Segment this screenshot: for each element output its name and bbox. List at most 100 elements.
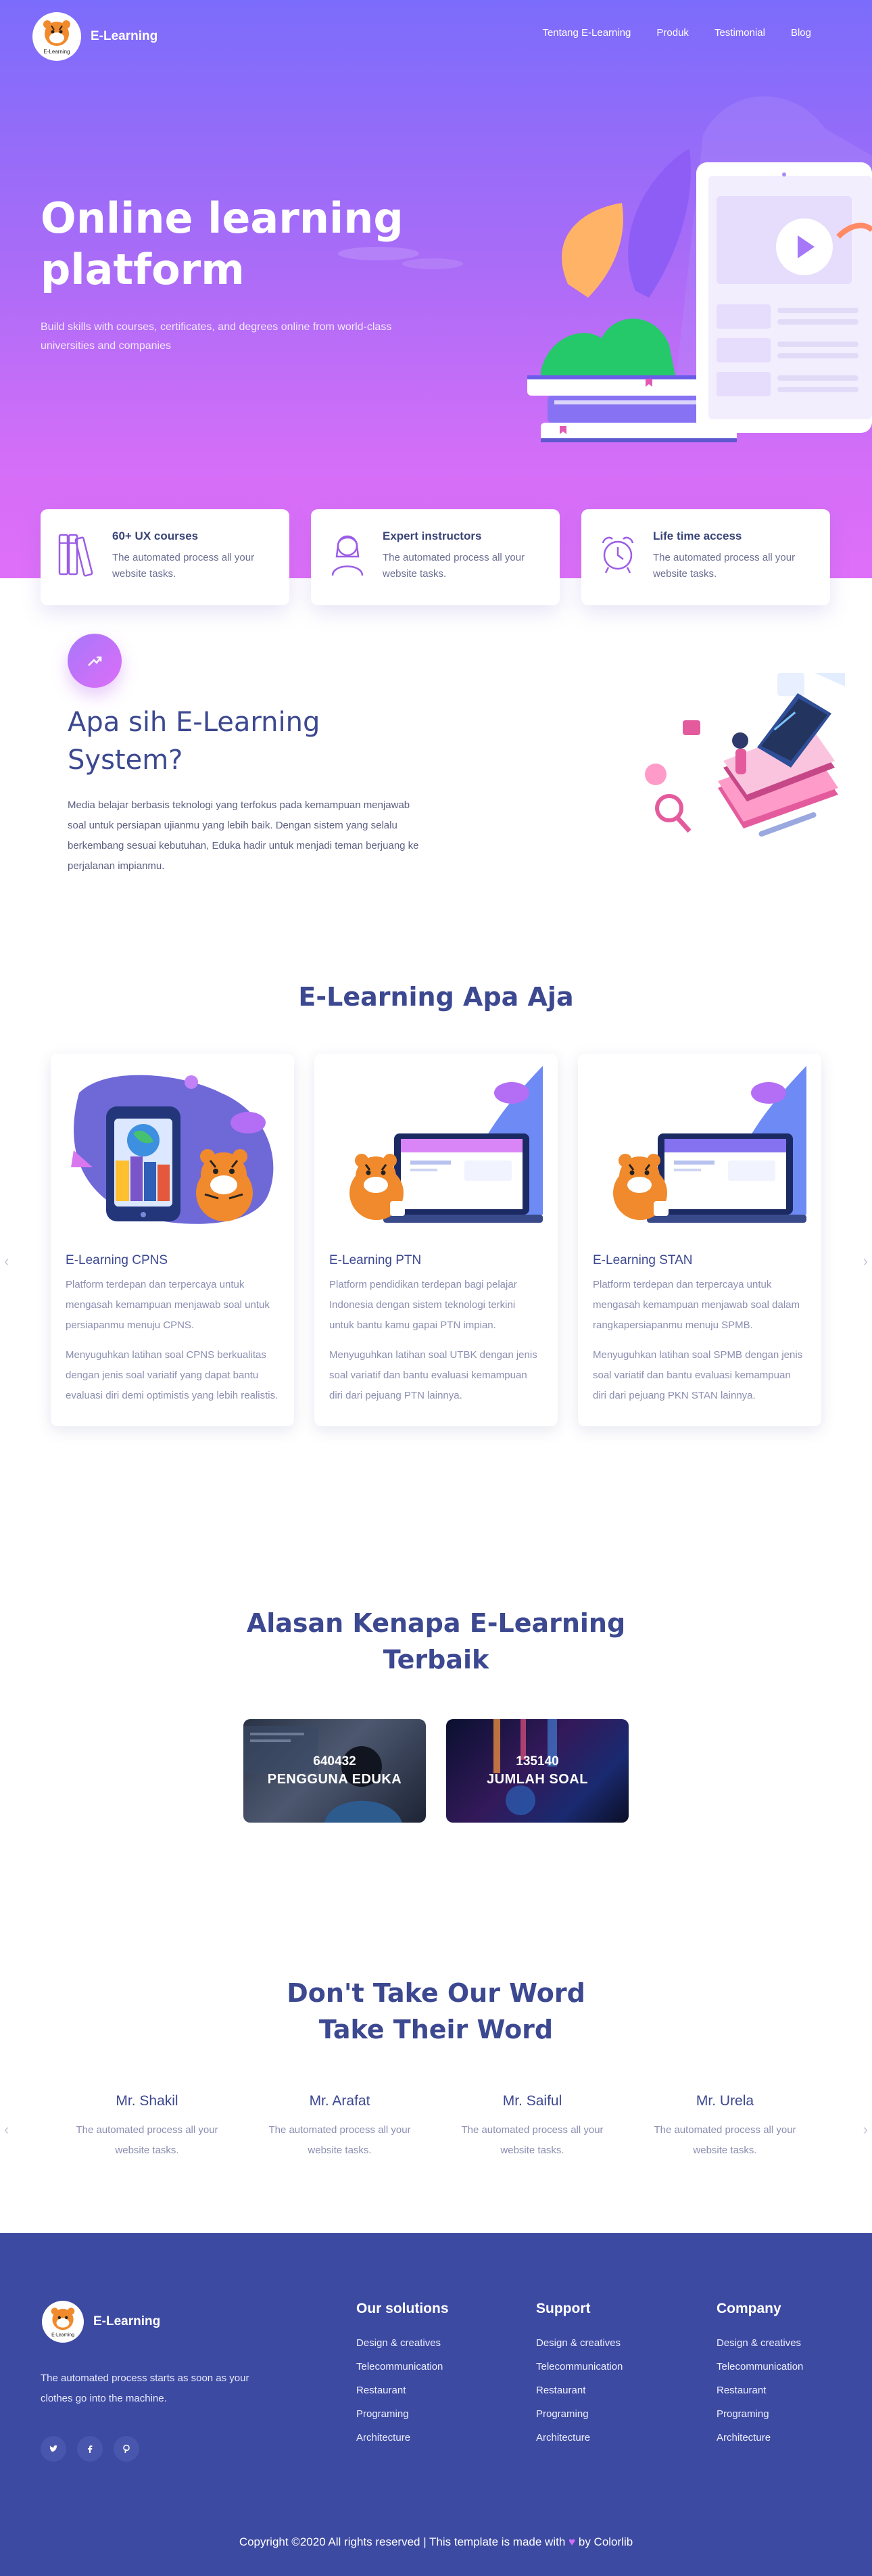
footer-logo[interactable]: E-Learning E-Learning [42,2301,160,2343]
reasons-title-line1: Alasan Kenapa E-Learning [246,1608,626,1638]
hero-title: Online learning platform [41,193,446,296]
nav-link-testimonial[interactable]: Testimonial [714,27,765,39]
testimonial-name: Mr. Urela [696,2093,754,2109]
about-title: Apa sih E-Learning System? [68,707,320,776]
product-desc-2: Menyuguhkan latihan soal SPMB dengan jen… [593,1349,803,1401]
stat-number: 135140 [516,1754,559,1769]
testimonial-list: Mr. Shakil The automated process all you… [51,2093,821,2161]
product-desc: Platform terdepan dan terpercaya untuk m… [593,1279,800,1331]
footer-link[interactable]: Telecommunication [536,2361,685,2372]
brand-name: E-Learning [91,29,158,43]
footer-link[interactable]: Design & creatives [536,2337,685,2349]
logo-caption: E-Learning [51,2333,74,2338]
instructor-icon [331,535,364,576]
feature-desc: The automated process all your website t… [112,552,255,580]
tiger-logo-icon: E-Learning [32,12,81,61]
product-card-cpns[interactable]: E-Learning CPNS Platform terdepan dan te… [51,1054,294,1426]
stat-card-questions: 135140 JUMLAH SOAL [446,1719,629,1823]
heart-icon: ♥ [568,2535,576,2548]
stat-users-photo [243,1726,402,1823]
nav-link-tentang[interactable]: Tentang E-Learning [542,27,631,39]
product-cards: E-Learning CPNS Platform terdepan dan te… [51,1054,821,1426]
chevron-right-icon[interactable]: › [863,2121,868,2138]
footer-column-solutions: Our solutions Design & creatives Telecom… [356,2301,505,2456]
footer-link[interactable]: Architecture [717,2432,865,2443]
feature-title: 60+ UX courses [112,530,199,542]
ptn-illustration [349,1066,543,1223]
products-title: E-Learning Apa Aja [298,982,574,1012]
footer-link[interactable]: Restaurant [536,2385,685,2396]
brand-logo[interactable]: E-Learning E-Learning [32,12,158,61]
twitter-icon[interactable] [41,2436,66,2462]
tiger-logo-icon: E-Learning [42,2301,84,2343]
nav-link-blog[interactable]: Blog [791,27,811,39]
footer-link[interactable]: Architecture [356,2432,505,2443]
footer-link[interactable]: Programing [536,2408,685,2420]
footer-link[interactable]: Programing [356,2408,505,2420]
hero-title-line1: Online learning [41,193,404,243]
hero-illustration [527,149,872,442]
reasons-title-line2: Terbaik [383,1645,489,1675]
nav-link-produk[interactable]: Produk [656,27,689,39]
chevron-right-icon[interactable]: › [863,1252,868,1270]
testimonial-item: Mr. Shakil The automated process all you… [51,2093,243,2161]
copyright: Copyright ©2020 All rights reserved | Th… [0,2535,872,2549]
stan-illustration [613,1066,806,1223]
product-desc-2: Menyuguhkan latihan soal UTBK dengan jen… [329,1349,537,1401]
testimonial-item: Mr. Arafat The automated process all you… [243,2093,436,2161]
footer-brand: E-Learning [93,2314,161,2328]
testimonial-text: The automated process all your website t… [268,2124,411,2156]
stat-questions-photo [493,1719,557,1815]
testimonials-title: Don't Take Our Word Take Their Word [0,1975,872,2048]
top-navbar: E-Learning E-Learning Tentang E-Learning… [0,12,872,61]
feature-desc: The automated process all your website t… [383,552,525,580]
pinterest-icon[interactable] [114,2436,139,2462]
reasons-title: Alasan Kenapa E-Learning Terbaik [0,1605,872,1678]
footer-column-title: Company [717,2301,781,2316]
hero-subtitle: Build skills with courses, certificates,… [41,321,392,352]
feature-title: Expert instructors [383,530,482,542]
facebook-icon[interactable] [77,2436,103,2462]
chevron-left-icon[interactable]: ‹ [4,1252,9,1270]
books-icon [58,534,93,577]
social-links [41,2436,139,2462]
alarm-clock-icon [602,536,634,573]
footer-link[interactable]: Telecommunication [356,2361,505,2372]
about-illustration [645,673,845,837]
testimonial-name: Mr. Saiful [502,2093,562,2109]
testimonial-item: Mr. Urela The automated process all your… [629,2093,821,2161]
product-card-stan[interactable]: E-Learning STAN Platform terdepan dan te… [578,1054,821,1426]
stat-label: JUMLAH SOAL [487,1772,588,1787]
about-text: Media belajar berbasis teknologi yang te… [68,799,419,872]
hero-title-line2: platform [41,245,245,294]
cpns-illustration [71,1075,274,1224]
chevron-left-icon[interactable]: ‹ [4,2121,9,2138]
product-desc-2: Menyuguhkan latihan soal CPNS berkualita… [66,1349,278,1401]
trend-arrow-icon [68,634,122,688]
footer-column-title: Our solutions [356,2301,449,2316]
footer-column-company: Company Design & creatives Telecommunica… [717,2301,865,2456]
testimonial-text: The automated process all your website t… [461,2124,604,2156]
product-title: E-Learning STAN [593,1253,693,1267]
testimonial-name: Mr. Shakil [116,2093,178,2109]
footer-link[interactable]: Restaurant [717,2385,865,2396]
nav-links: Tentang E-Learning Produk Testimonial Bl… [542,27,811,39]
copyright-text: Copyright ©2020 All rights reserved | Th… [239,2535,566,2548]
testimonials-title-line2: Take Their Word [318,2015,554,2044]
feature-title: Life time access [653,530,742,542]
hero-section: E-Learning E-Learning Tentang E-Learning… [0,0,872,578]
copyright-credit: by Colorlib [578,2535,633,2548]
footer-link[interactable]: Design & creatives [717,2337,865,2349]
footer-link[interactable]: Telecommunication [717,2361,865,2372]
footer-link[interactable]: Design & creatives [356,2337,505,2349]
footer-link[interactable]: Restaurant [356,2385,505,2396]
footer-column-support: Support Design & creatives Telecommunica… [536,2301,685,2456]
testimonial-name: Mr. Arafat [309,2093,370,2109]
footer-link[interactable]: Architecture [536,2432,685,2443]
stats-cards: 640432 PENGGUNA EDUKA 135140 JUMLAH SOAL [243,1719,629,1823]
feature-cards: 60+ UX courses The automated process all… [41,509,831,605]
testimonials-title-line1: Don't Take Our Word [287,1978,585,2008]
product-card-ptn[interactable]: E-Learning PTN Platform pendidikan terde… [314,1054,558,1426]
footer-link[interactable]: Programing [717,2408,865,2420]
product-desc: Platform pendidikan terdepan bagi pelaja… [329,1279,517,1331]
